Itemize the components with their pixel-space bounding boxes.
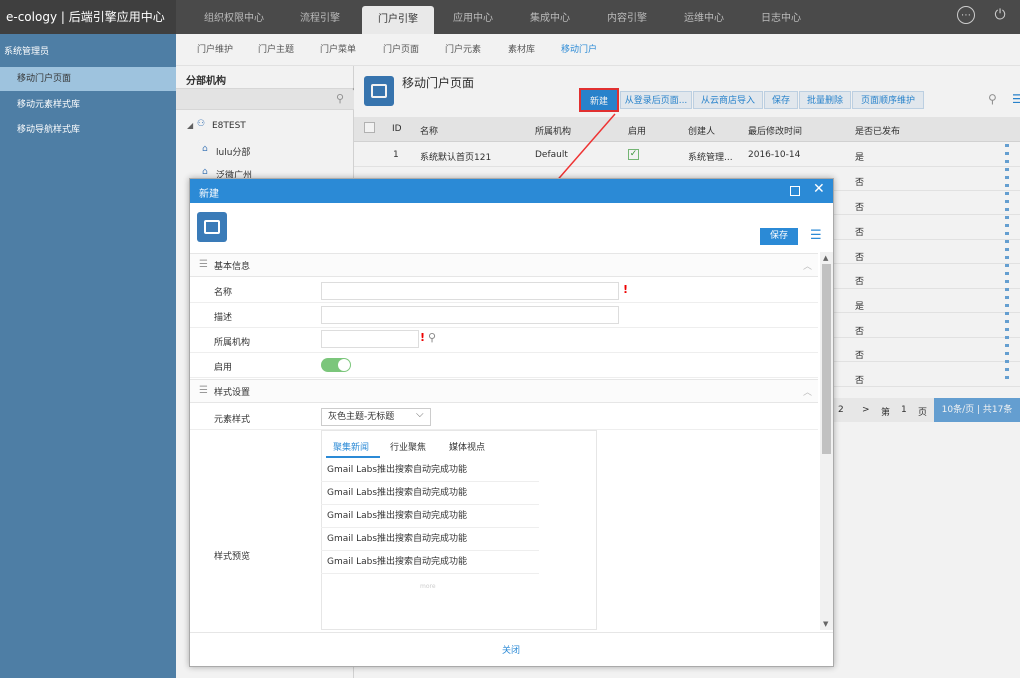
name-input[interactable] [321,282,619,300]
required-icon: ! [420,331,426,344]
sidebar-title: 系统管理员 [4,47,50,57]
preview-item: Gmail Labs推出搜索自动完成功能 [321,551,539,574]
dialog-save-button[interactable]: 保存 [760,228,798,245]
section-style-label: 样式设置 [214,388,251,398]
smiley-icon[interactable]: ⋯ [957,6,975,24]
preview-tab-industry[interactable]: 行业聚焦 [390,440,426,453]
subnav-material[interactable]: 素材库 [508,34,535,66]
chevron-down-icon[interactable]: ⌵ [416,409,424,420]
preview-label: 样式预览 [214,552,251,562]
form-row [190,353,818,378]
menu-icon: ☰ [199,259,208,270]
section-style[interactable] [190,379,818,403]
collapse-icon[interactable]: ︿ [803,259,812,272]
dialog-title: 新建 [199,189,219,200]
section-basic[interactable] [190,253,818,277]
required-icon: ! [623,283,629,296]
search-icon[interactable]: ⚲ [428,331,436,344]
power-icon[interactable]: ⏻ [991,6,1009,24]
topnav-app[interactable]: 应用中心 [434,0,512,34]
desc-label: 描述 [214,313,233,323]
subnav-page[interactable]: 门户页面 [383,34,419,66]
form-row [190,328,818,353]
list-icon[interactable]: ☰ [810,228,822,243]
preview-item: Gmail Labs推出搜索自动完成功能 [321,528,539,551]
org-input[interactable] [321,330,419,348]
enable-label: 启用 [214,363,233,373]
dialog-close-button[interactable]: 关闭 [502,643,520,656]
menu-icon: ☰ [199,385,208,396]
collapse-icon[interactable]: ︿ [803,385,812,398]
app-title: e-cology | 后端引擎应用中心 [0,0,176,34]
close-icon[interactable]: ✕ [813,181,825,197]
element-style-select[interactable]: 灰色主题-无标题 [321,408,431,426]
preview-item: Gmail Labs推出搜索自动完成功能 [321,459,539,482]
sidebar-item-element-style[interactable]: 移动元素样式库 [0,93,176,117]
sidebar-item-mobile-page[interactable]: 移动门户页面 [0,67,176,91]
sub-nav [176,34,1020,66]
form-row [190,404,818,430]
sidebar-item-nav-style[interactable]: 移动导航样式库 [0,118,176,142]
subnav-theme[interactable]: 门户主题 [258,34,294,66]
topnav-ops[interactable]: 运维中心 [666,0,742,34]
topnav-org[interactable]: 组织权限中心 [190,0,278,34]
element-style-label: 元素样式 [214,415,251,425]
preview-more: more [420,583,436,590]
preview-item: Gmail Labs推出搜索自动完成功能 [321,505,539,528]
org-label: 所属机构 [214,338,251,348]
active-tab-indicator [326,456,380,458]
window-icon [197,212,227,242]
topnav-log[interactable]: 日志中心 [742,0,820,34]
topnav-integration[interactable]: 集成中心 [512,0,588,34]
toggle-knob [338,359,350,371]
scroll-down-icon[interactable]: ▼ [823,620,828,628]
scroll-up-icon[interactable]: ▲ [823,254,828,262]
subnav-mobile[interactable]: 移动门户 [561,34,597,66]
topnav-workflow[interactable]: 流程引擎 [278,0,362,34]
topnav-portal[interactable]: 门户引擎 [362,6,434,34]
subnav-menu[interactable]: 门户菜单 [320,34,356,66]
subnav-maintain[interactable]: 门户维护 [197,34,233,66]
section-basic-label: 基本信息 [214,262,251,272]
dialog-header [190,179,833,203]
topnav-content[interactable]: 内容引擎 [588,0,666,34]
maximize-icon[interactable] [790,186,800,196]
preview-tab-media[interactable]: 媒体视点 [449,440,485,453]
preview-item: Gmail Labs推出搜索自动完成功能 [321,482,539,505]
desc-input[interactable] [321,306,619,324]
name-label: 名称 [214,288,233,298]
preview-tab-news[interactable]: 聚集新闻 [333,440,369,453]
scrollbar-thumb[interactable] [822,264,831,454]
subnav-element[interactable]: 门户元素 [445,34,481,66]
